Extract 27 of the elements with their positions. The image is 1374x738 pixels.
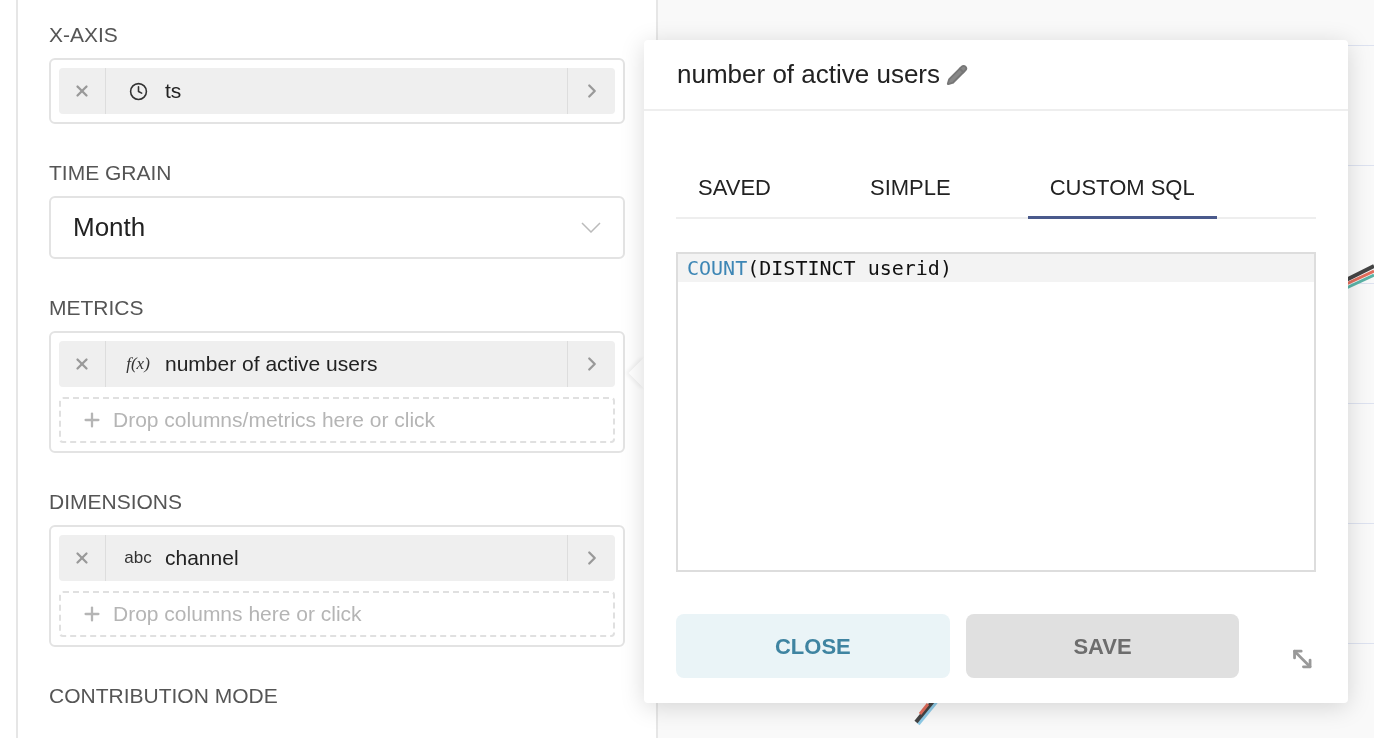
close-icon — [73, 355, 91, 373]
select-field[interactable]: Month — [49, 196, 625, 259]
tab[interactable]: SIMPLE — [847, 159, 973, 219]
section-label: TIME GRAIN — [49, 160, 173, 186]
section-label: CONTRIBUTION MODE — [49, 683, 279, 709]
section-label: X-AXIS — [49, 22, 119, 48]
type-label: abc — [124, 547, 152, 570]
popover-title: number of active users — [677, 58, 940, 91]
tab[interactable]: CUSTOM SQL — [1027, 159, 1217, 219]
close-icon — [73, 82, 91, 100]
chip-label: channel — [165, 545, 239, 572]
column-chip[interactable]: f(x) number of active users — [59, 341, 615, 387]
chip-label: ts — [165, 78, 182, 105]
sql-editor[interactable]: COUNT(DISTINCT userid) — [676, 252, 1316, 572]
column-chip[interactable]: abc channel — [59, 535, 615, 581]
type-label: f(x) — [126, 353, 150, 376]
section-label: DIMENSIONS — [49, 489, 183, 515]
clock-icon — [128, 81, 148, 101]
action-button[interactable]: CLOSE — [676, 614, 950, 678]
section-label: METRICS — [49, 295, 145, 321]
column-chip[interactable]: ts — [59, 68, 615, 114]
chip-label: number of active users — [165, 351, 378, 378]
chevron-down-icon — [581, 222, 601, 233]
tab[interactable]: SAVED — [676, 159, 793, 219]
pencil-icon — [946, 63, 968, 86]
close-icon — [73, 549, 91, 567]
edit-title-button[interactable] — [946, 63, 968, 86]
